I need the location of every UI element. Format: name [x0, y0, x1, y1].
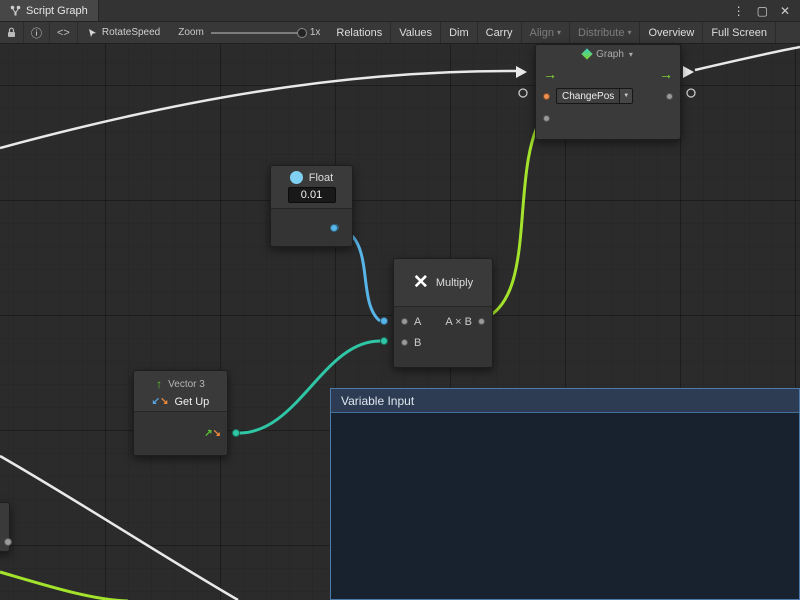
graph-header-caret-icon: ▾	[629, 50, 633, 59]
values-button[interactable]: Values	[391, 22, 441, 43]
carry-button[interactable]: Carry	[478, 22, 522, 43]
variable-dropdown-caret-icon: ▼	[619, 89, 632, 103]
align-caret-icon: ▾	[557, 28, 561, 37]
dim-button[interactable]: Dim	[441, 22, 478, 43]
multiply-output-label: A × B	[445, 316, 472, 328]
window-close-icon[interactable]: ✕	[780, 4, 790, 18]
variable-dropdown[interactable]: ChangePos ▼	[556, 88, 633, 104]
multiply-output-port[interactable]	[478, 318, 485, 325]
window-maximize-icon[interactable]: ▢	[757, 4, 768, 18]
multiply-icon: ✕	[413, 273, 429, 292]
zoom-slider[interactable]	[211, 32, 303, 34]
getup-output-connection[interactable]	[232, 429, 240, 437]
flow-in-port[interactable]: →	[543, 67, 557, 81]
multiply-node-header: ✕ Multiply	[394, 259, 492, 306]
graph-name-label: RotateSpeed	[102, 27, 160, 38]
fullscreen-label: Full Screen	[711, 27, 767, 39]
vector-type-label: Vector 3	[168, 379, 205, 390]
multiply-b-label: B	[414, 337, 421, 349]
overview-button[interactable]: Overview	[640, 22, 703, 43]
align-button[interactable]: Align ▾	[522, 22, 570, 43]
changepos-node[interactable]: Graph ▾ → → ChangePos ▼	[535, 44, 681, 140]
getup-node-header: ↑ Vector 3 ↙ ↘ Get Up	[134, 371, 227, 411]
wire-control-in[interactable]	[0, 71, 516, 148]
float-value: 0.01	[301, 189, 322, 201]
multiply-b-port[interactable]	[401, 339, 408, 346]
distribute-label: Distribute	[578, 27, 624, 39]
changepos-node-header[interactable]: Graph ▾	[536, 45, 680, 63]
float-node-body	[271, 208, 352, 246]
graph-unit-icon	[581, 48, 592, 59]
vector-axes-icon: ↙ ↘	[152, 397, 169, 407]
fullscreen-button[interactable]: Full Screen	[703, 22, 776, 43]
graph-canvas[interactable]: Variable Input Graph ▾ → →	[0, 44, 800, 600]
relations-button[interactable]: Relations	[328, 22, 391, 43]
float-title: Float	[309, 172, 333, 184]
flow-row: → →	[536, 63, 680, 85]
multiply-node-body: A A × B B	[394, 306, 492, 367]
wire-green-bottom[interactable]	[0, 572, 128, 600]
partial-node-port[interactable]	[4, 538, 12, 546]
script-graph-icon	[10, 5, 21, 16]
variable-row: ChangePos ▼	[536, 85, 680, 107]
value-port-circle-right[interactable]	[687, 89, 695, 97]
multiply-node[interactable]: ✕ Multiply A A × B B	[393, 258, 493, 368]
flow-out-port[interactable]: →	[659, 67, 673, 81]
multiply-a-connection[interactable]	[380, 317, 388, 325]
tab-title: Script Graph	[26, 5, 88, 17]
variable-port[interactable]	[543, 93, 550, 100]
window-titlebar: Script Graph ⋮ ▢ ✕	[0, 0, 800, 22]
align-label: Align	[530, 27, 554, 39]
graph-pointer-icon	[88, 28, 97, 38]
vector-output-type-icon[interactable]: ↗ ↘	[204, 429, 221, 439]
value-in-port[interactable]	[543, 115, 550, 122]
info-icon: ⓘ	[31, 25, 42, 41]
zoom-slider-knob[interactable]	[297, 28, 307, 38]
flow-out-arrow-icon	[683, 66, 694, 78]
distribute-caret-icon: ▾	[627, 28, 631, 37]
multiply-b-connection[interactable]	[380, 337, 388, 345]
float-node[interactable]: Float 0.01	[270, 165, 353, 247]
value-port-circle-left[interactable]	[519, 89, 527, 97]
float-type-icon	[290, 171, 303, 184]
value-out-port[interactable]	[666, 93, 673, 100]
getup-node-body: ↗ ↘	[134, 411, 227, 455]
dim-label: Dim	[449, 27, 469, 39]
multiply-a-port[interactable]	[401, 318, 408, 325]
float-node-header: Float 0.01	[271, 166, 352, 208]
graph-toolbar: ⓘ <> RotateSpeed Zoom 1x Relations Value…	[0, 22, 800, 44]
carry-label: Carry	[486, 27, 513, 39]
multiply-title: Multiply	[436, 277, 473, 289]
lock-icon	[7, 27, 16, 38]
wire-getup-to-multiply-b[interactable]	[236, 341, 380, 433]
multiply-a-label: A	[414, 316, 421, 328]
flow-in-arrow-icon	[516, 66, 527, 78]
graph-header-label: Graph	[596, 49, 624, 60]
values-label: Values	[399, 27, 432, 39]
graph-breadcrumb[interactable]: RotateSpeed	[78, 22, 170, 43]
tab-script-graph[interactable]: Script Graph	[0, 0, 99, 21]
code-view-button[interactable]: <>	[50, 22, 78, 43]
zoom-value: 1x	[310, 27, 321, 38]
getup-title: Get Up	[174, 396, 209, 408]
getup-node[interactable]: ↑ Vector 3 ↙ ↘ Get Up ↗ ↘	[133, 370, 228, 456]
code-icon: <>	[57, 27, 70, 39]
lock-button[interactable]	[0, 22, 24, 43]
zoom-control: Zoom 1x	[170, 22, 328, 43]
zoom-label: Zoom	[178, 27, 204, 38]
overview-label: Overview	[648, 27, 694, 39]
wire-control-out[interactable]	[695, 47, 800, 70]
distribute-button[interactable]: Distribute ▾	[570, 22, 640, 43]
float-output-connection[interactable]	[330, 224, 338, 232]
vector-up-icon: ↑	[156, 378, 162, 390]
window-more-icon[interactable]: ⋮	[733, 4, 745, 18]
wire-bottom-left[interactable]	[0, 456, 238, 600]
variable-dropdown-value: ChangePos	[557, 89, 619, 103]
float-value-field[interactable]: 0.01	[288, 187, 336, 203]
info-button[interactable]: ⓘ	[24, 22, 50, 43]
relations-label: Relations	[336, 27, 382, 39]
input-row	[536, 107, 680, 129]
